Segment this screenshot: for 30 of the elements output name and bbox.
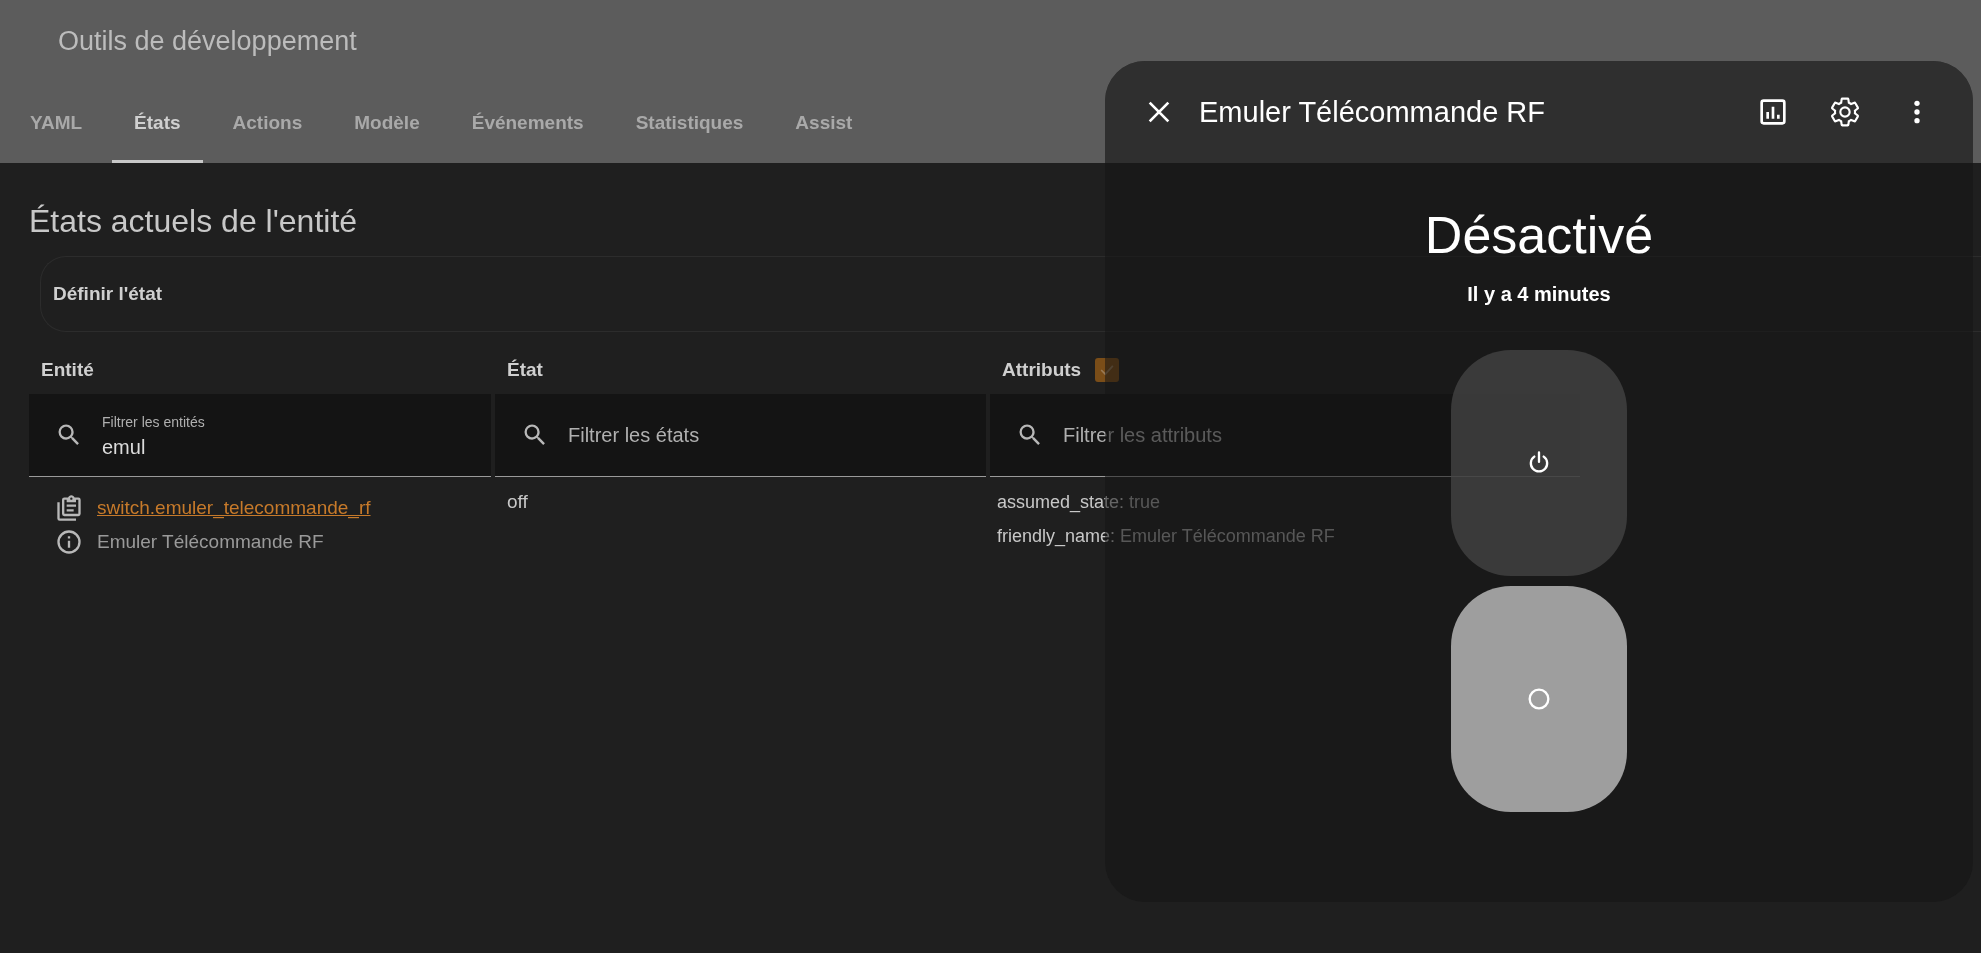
state-value: off — [507, 491, 528, 512]
attribute-value: true — [1129, 492, 1161, 512]
attribute-name: assumed_state: — [997, 492, 1125, 512]
column-header: État — [507, 359, 543, 381]
tab[interactable]: Actions — [210, 112, 325, 163]
attribute-name: friendly_name: — [997, 526, 1116, 546]
clipboard-icon[interactable] — [55, 494, 83, 522]
dialog-title: Emuler Télécommande RF — [1199, 95, 1545, 129]
chart-icon[interactable] — [1757, 96, 1789, 128]
friendly-name: Emuler Télécommande RF — [97, 531, 324, 553]
turn-off-button[interactable] — [1451, 586, 1627, 812]
column-header: Attributs — [1002, 359, 1082, 381]
attribute-value: Emuler Télécommande RF — [1120, 526, 1335, 546]
tab[interactable]: Assist — [773, 112, 875, 163]
set-state-heading: Définir l'état — [53, 283, 163, 305]
tab[interactable]: YAML — [8, 112, 105, 163]
tab[interactable]: Modèle — [332, 112, 442, 163]
page-title: Outils de développement — [57, 25, 358, 57]
last-changed-label: Il y a 4 minutes — [1467, 283, 1611, 306]
entity-link[interactable]: switch.emuler_telecommande_rf — [97, 497, 371, 519]
field-label: Filtrer les entités — [102, 414, 205, 430]
state-filter-field[interactable]: Filtrer les états — [495, 394, 986, 477]
tab[interactable]: Événements — [449, 112, 606, 163]
tab[interactable]: Statistiques — [613, 112, 766, 163]
section-heading: États actuels de l'entité — [29, 203, 358, 240]
tab[interactable]: États — [112, 112, 203, 163]
attributes-checkbox[interactable] — [1095, 358, 1120, 382]
info-icon[interactable] — [55, 528, 83, 556]
column-header: Entité — [41, 359, 94, 381]
settings-icon[interactable] — [1829, 96, 1861, 128]
